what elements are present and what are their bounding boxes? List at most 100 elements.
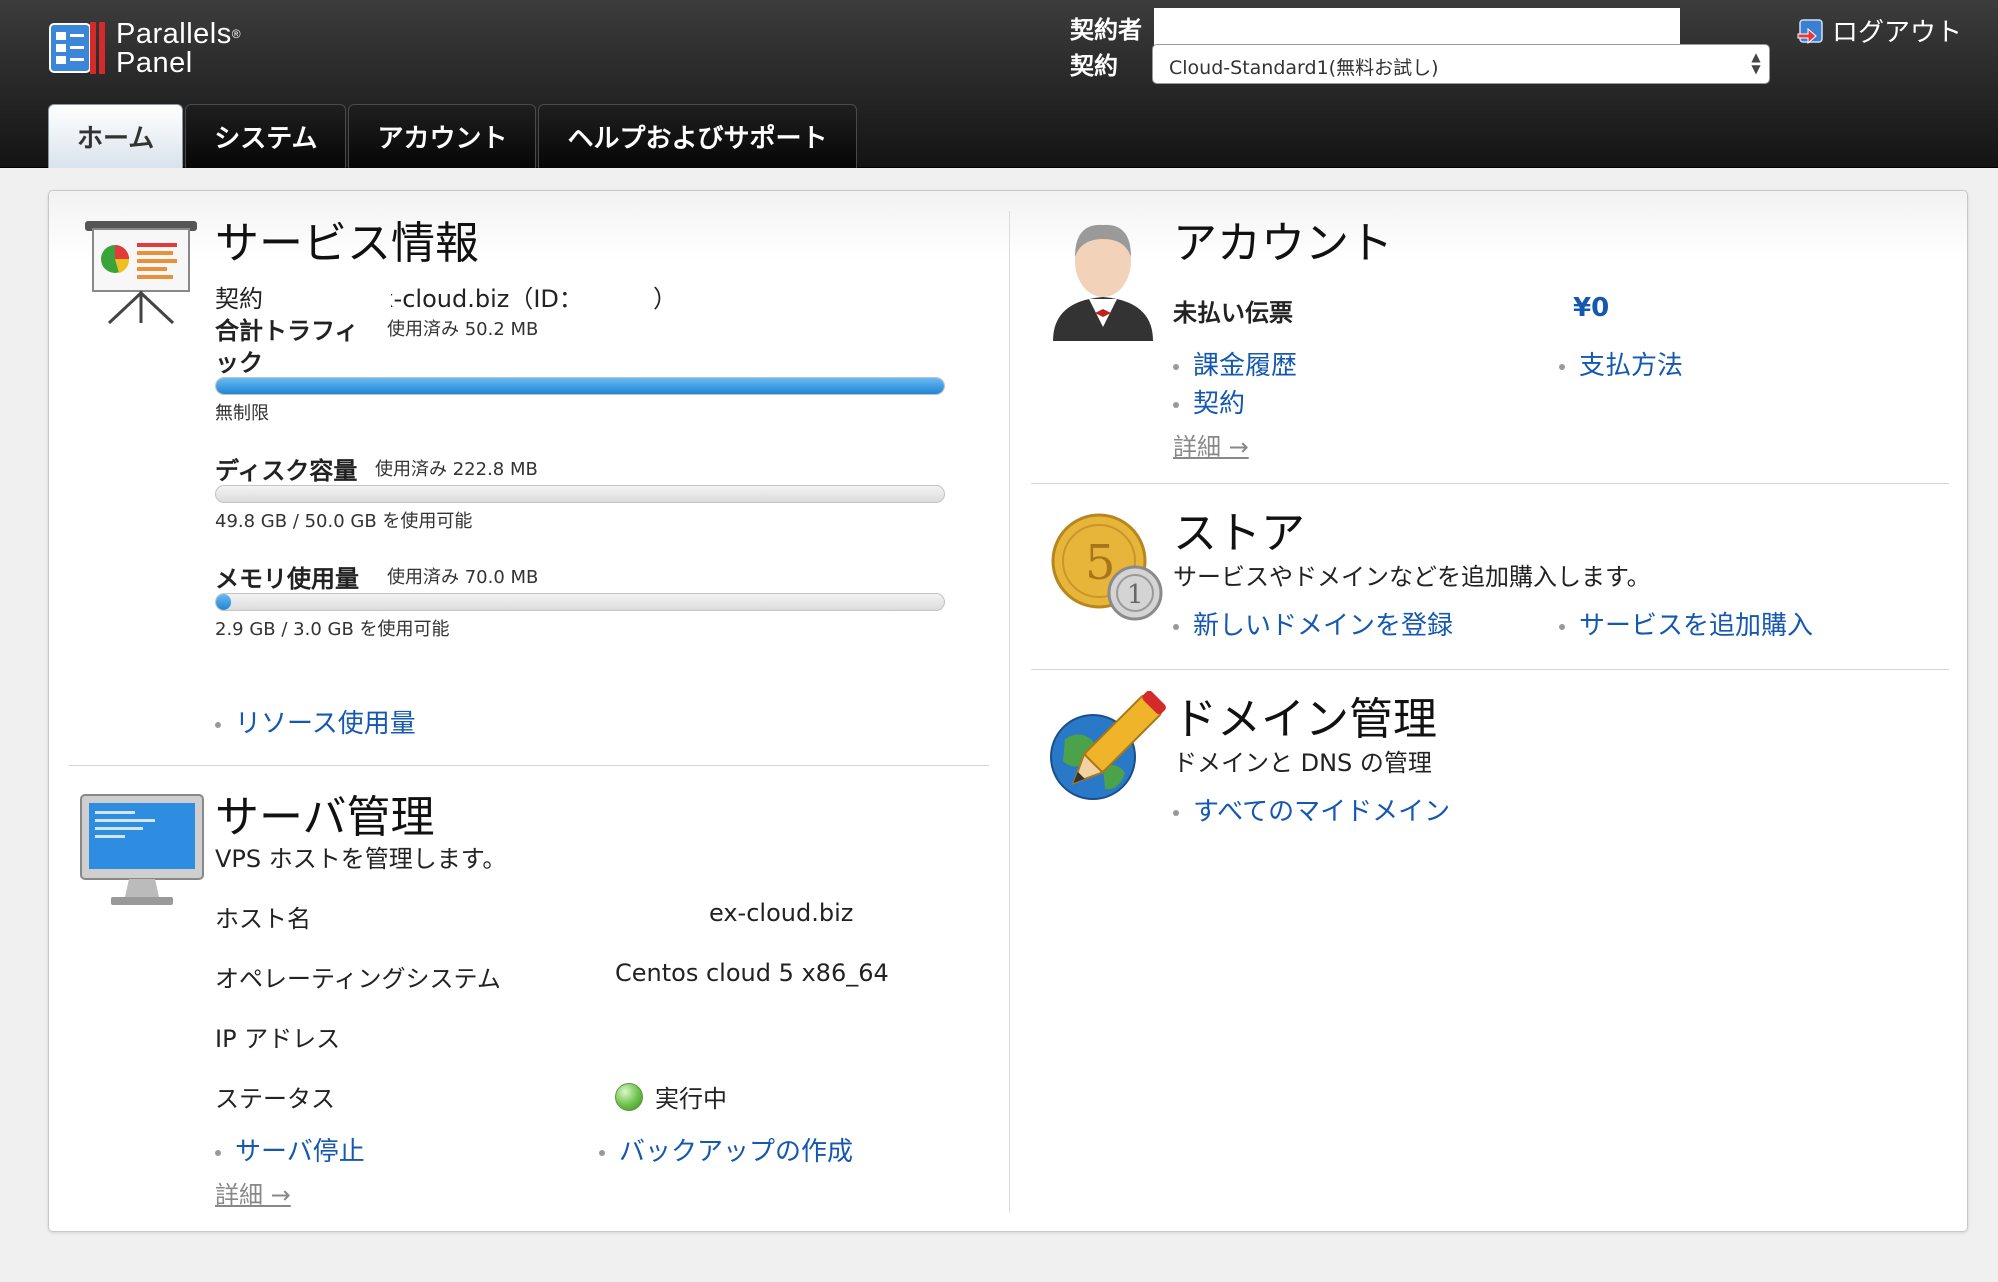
domain-description: ドメインと DNS の管理 — [1173, 749, 1432, 777]
traffic-label-2: ック — [215, 349, 263, 377]
account-more-link[interactable]: 詳細 → — [1173, 427, 1249, 462]
contract-label: 契約 — [1070, 52, 1118, 80]
register-domain-label: 新しいドメインを登録 — [1193, 611, 1454, 641]
logo-line2: Panel — [116, 47, 193, 79]
logo-reg: ® — [231, 27, 242, 41]
traffic-label: 合計トラフィ — [215, 317, 359, 345]
server-description: VPS ホストを管理します。 — [215, 845, 507, 873]
bullet-icon — [1559, 363, 1565, 370]
bullet-icon — [1173, 809, 1179, 816]
traffic-bar — [215, 377, 945, 395]
section-divider — [69, 765, 989, 766]
ip-label: IP アドレス — [215, 1025, 341, 1053]
contract-area: 契約者 契約 Cloud-Standard1(無料お試し) ▲ ▼ — [1070, 6, 1770, 86]
hostname-value: ex-cloud.biz — [709, 899, 854, 927]
disk-used: 使用済み 222.8 MB — [375, 459, 538, 480]
main-tabs: ホーム システム アカウント ヘルプおよびサポート — [48, 104, 857, 168]
bullet-icon — [1173, 363, 1179, 370]
presentation-icon — [85, 221, 197, 325]
unpaid-label: 未払い伝票 — [1173, 299, 1293, 327]
logo-text: Parallels® Panel — [116, 20, 241, 78]
section-divider — [1031, 483, 1949, 484]
resource-usage-label: リソース使用量 — [235, 709, 416, 739]
billing-history-label: 課金履歴 — [1193, 351, 1298, 381]
bullet-icon — [1173, 401, 1179, 408]
tab-home[interactable]: ホーム — [48, 104, 184, 168]
payment-method-label: 支払方法 — [1579, 351, 1684, 381]
traffic-used: 使用済み 50.2 MB — [387, 319, 539, 340]
home-dashboard-card: サービス情報 契約 ex-cloud.biz（ID： ） 合計トラフィ ック 使… — [48, 190, 1968, 1232]
account-title: アカウント — [1173, 218, 1393, 269]
server-stop-label: サーバ停止 — [235, 1137, 365, 1167]
status-label: ステータス — [215, 1085, 335, 1113]
add-service-label: サービスを追加購入 — [1579, 611, 1814, 641]
traffic-available: 無制限 — [215, 403, 269, 424]
register-domain-link[interactable]: 新しいドメインを登録 — [1173, 605, 1453, 642]
payment-method-link[interactable]: 支払方法 — [1559, 345, 1683, 382]
column-divider — [1009, 211, 1010, 1213]
contract-link[interactable]: 契約 — [1173, 383, 1245, 420]
traffic-bar-fill — [216, 378, 944, 394]
disk-available: 49.8 GB / 50.0 GB を使用可能 — [215, 511, 473, 532]
globe-pencil-icon — [1050, 691, 1166, 800]
memory-available: 2.9 GB / 3.0 GB を使用可能 — [215, 619, 450, 640]
top-header: Parallels® Panel 契約者 契約 Cloud-Standard1(… — [0, 0, 1998, 168]
svg-text:1: 1 — [1127, 580, 1144, 610]
section-divider — [1031, 669, 1949, 670]
os-label: オペレーティングシステム — [215, 965, 501, 993]
server-more-link[interactable]: 詳細 → — [215, 1175, 291, 1210]
parallels-logo-icon — [49, 22, 105, 74]
bullet-icon — [215, 1149, 221, 1156]
server-stop-link[interactable]: サーバ停止 — [215, 1131, 365, 1168]
memory-label: メモリ使用量 — [215, 565, 359, 593]
disk-label: ディスク容量 — [215, 457, 358, 485]
tab-account[interactable]: アカウント — [348, 104, 537, 168]
parallels-panel-logo[interactable]: Parallels® Panel — [48, 20, 268, 80]
owner-label: 契約者 — [1070, 16, 1142, 44]
bullet-icon — [1173, 623, 1179, 630]
logout-label: ログアウト — [1832, 18, 1963, 48]
domain-management-title: ドメイン管理 — [1173, 694, 1437, 745]
store-description: サービスやドメインなどを追加購入します。 — [1173, 563, 1651, 591]
service-info-title: サービス情報 — [215, 218, 479, 269]
add-service-link[interactable]: サービスを追加購入 — [1559, 605, 1813, 642]
tab-help-support[interactable]: ヘルプおよびサポート — [538, 104, 857, 168]
create-backup-label: バックアップの作成 — [619, 1137, 854, 1167]
unpaid-value[interactable]: ¥0 — [1573, 293, 1609, 323]
create-backup-link[interactable]: バックアップの作成 — [599, 1131, 853, 1168]
logo-line1: Parallels — [116, 18, 232, 50]
memory-used: 使用済み 70.0 MB — [387, 567, 539, 588]
os-value: Centos cloud 5 x86_64 — [615, 959, 889, 987]
select-arrows-icon: ▲ ▼ — [1751, 50, 1761, 76]
contract-selected-value: Cloud-Standard1(無料お試し) — [1169, 57, 1439, 79]
service-contract-label: 契約 — [215, 285, 263, 313]
tab-system[interactable]: システム — [185, 104, 347, 168]
all-domains-link[interactable]: すべてのマイドメイン — [1173, 791, 1450, 828]
contract-select[interactable]: Cloud-Standard1(無料お試し) ▲ ▼ — [1152, 44, 1770, 84]
redacted-area — [351, 279, 391, 309]
bullet-icon — [215, 721, 221, 728]
hostname-label: ホスト名 — [215, 905, 311, 933]
redacted-area — [1437, 45, 1741, 83]
owner-name-field — [1154, 8, 1680, 46]
memory-bar-fill — [216, 594, 231, 610]
user-avatar-icon — [1053, 224, 1153, 341]
service-contract-close: ） — [653, 285, 677, 313]
logout-icon — [1797, 19, 1823, 45]
status-value: 実行中 — [655, 1085, 727, 1113]
disk-bar — [215, 485, 945, 503]
server-management-title: サーバ管理 — [215, 792, 435, 843]
status-running-icon — [615, 1083, 643, 1111]
coin-icon: 5 1 — [1051, 513, 1163, 621]
all-domains-label: すべてのマイドメイン — [1193, 797, 1451, 827]
store-title: ストア — [1173, 508, 1305, 559]
bullet-icon — [599, 1149, 605, 1156]
logout-button[interactable]: ログアウト — [1796, 12, 1962, 49]
memory-bar — [215, 593, 945, 611]
monitor-icon — [80, 794, 204, 905]
resource-usage-link[interactable]: リソース使用量 — [215, 703, 416, 740]
bullet-icon — [1559, 623, 1565, 630]
billing-history-link[interactable]: 課金履歴 — [1173, 345, 1297, 382]
contract-link-label: 契約 — [1193, 389, 1246, 419]
service-contract-value: ex-cloud.biz（ID： — [365, 285, 583, 313]
